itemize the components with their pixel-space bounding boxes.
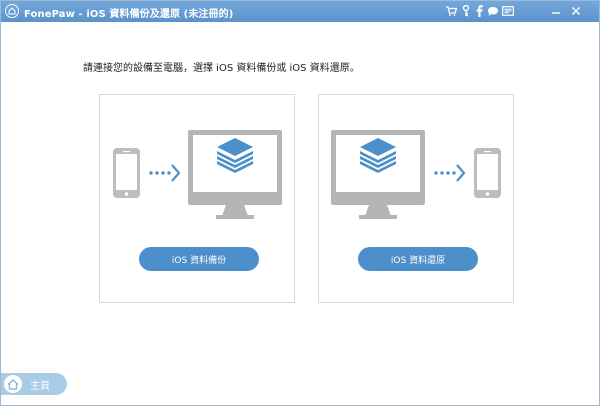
title-bar: FonePaw - iOS 資料備份及還原 (未注冊的) <box>1 1 599 22</box>
phone-icon <box>474 148 501 198</box>
phone-to-computer-illustration <box>113 130 282 219</box>
minimize-icon[interactable] <box>549 4 563 18</box>
home-button[interactable]: 主頁 <box>1 373 67 395</box>
key-icon[interactable] <box>459 4 473 18</box>
app-window: FonePaw - iOS 資料備份及還原 (未注冊的) 請連接您的設備至電腦，… <box>0 0 600 406</box>
cart-icon[interactable] <box>444 4 458 18</box>
home-label: 主頁 <box>30 380 50 392</box>
facebook-icon[interactable] <box>472 4 486 18</box>
close-icon[interactable] <box>569 4 583 18</box>
backup-button[interactable]: iOS 資料備份 <box>139 247 259 271</box>
backup-card[interactable]: iOS 資料備份 <box>99 94 295 303</box>
app-logo-icon <box>5 4 19 18</box>
arrow-right-icon <box>149 164 181 182</box>
computer-to-phone-illustration <box>331 130 501 219</box>
arrow-right-icon <box>434 164 466 182</box>
feedback-icon[interactable] <box>501 4 515 18</box>
restore-button[interactable]: iOS 資料還原 <box>358 247 478 271</box>
instruction-text: 請連接您的設備至電腦，選擇 iOS 資料備份或 iOS 資料還原。 <box>83 63 360 74</box>
phone-icon <box>113 148 140 198</box>
window-title: FonePaw - iOS 資料備份及還原 (未注冊的) <box>24 9 234 20</box>
chat-icon[interactable] <box>486 4 500 18</box>
home-icon <box>4 375 22 393</box>
restore-card[interactable]: iOS 資料還原 <box>318 94 514 303</box>
